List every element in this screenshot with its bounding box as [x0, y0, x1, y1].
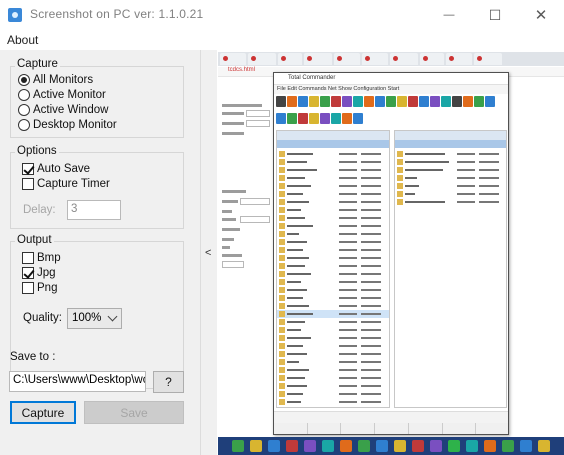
save-path-input[interactable]: C:\Users\www\Desktop\wc — [9, 371, 146, 392]
radio-label: Desktop Monitor — [33, 119, 117, 131]
minimize-button[interactable]: — — [426, 0, 472, 30]
options-legend: Options — [15, 145, 59, 157]
output-legend: Output — [15, 234, 54, 246]
preview-tab — [278, 53, 302, 65]
checkbox-label: Bmp — [37, 252, 61, 264]
checkbox-box — [22, 163, 34, 175]
preview-tab — [220, 53, 246, 65]
maximize-icon: ☐ — [488, 6, 502, 23]
collapse-splitter[interactable]: < — [200, 50, 217, 455]
checkbox-jpg[interactable]: Jpg — [22, 267, 56, 279]
checkbox-bmp[interactable]: Bmp — [22, 252, 61, 264]
settings-panel: Capture All Monitors Active Monitor Acti… — [0, 50, 200, 455]
radio-label: All Monitors — [33, 74, 94, 86]
preview-fm-status — [274, 411, 508, 423]
menu-about[interactable]: About — [7, 33, 38, 47]
save-to-label: Save to : — [10, 351, 56, 363]
menu-bar: About — [0, 30, 564, 50]
preview-fm-titlebar: Total Commander — [274, 73, 508, 85]
checkbox-auto-save[interactable]: Auto Save — [22, 163, 90, 175]
preview-tab — [304, 53, 332, 65]
preview-file-manager: Total Commander File Edit Commands Net S… — [273, 72, 509, 435]
radio-dot — [18, 89, 30, 101]
checkbox-box — [22, 267, 34, 279]
close-button[interactable]: ✕ — [518, 0, 564, 30]
delay-label: Delay: — [23, 204, 56, 216]
preview-tab — [474, 53, 502, 65]
chevron-down-icon — [107, 311, 118, 322]
preview-web-page — [218, 78, 278, 428]
close-icon: ✕ — [534, 7, 548, 24]
preview-fm-left-panel — [276, 130, 390, 408]
checkbox-box — [22, 252, 34, 264]
radio-label: Active Window — [33, 104, 109, 116]
preview-address-text: tcdcs.html — [228, 67, 256, 73]
app-camera-icon — [8, 8, 22, 22]
radio-desktop-monitor[interactable]: Desktop Monitor — [18, 119, 117, 131]
chevron-left-icon: < — [205, 247, 212, 259]
delay-input[interactable]: 3 — [67, 200, 121, 220]
quality-label: Quality: — [23, 312, 62, 324]
title-bar: Screenshot on PC ver: 1.1.0.21 — ☐ ✕ — [0, 0, 564, 30]
preview-tab — [446, 53, 472, 65]
screenshot-preview: tcdcs.html Total Commander File Edit Com… — [218, 50, 564, 455]
preview-fm-toolbar-2 — [276, 113, 363, 126]
radio-active-monitor[interactable]: Active Monitor — [18, 89, 106, 101]
checkbox-box — [22, 178, 34, 190]
save-button[interactable]: Save — [84, 401, 184, 424]
minimize-icon: — — [443, 9, 455, 21]
radio-dot — [18, 104, 30, 116]
quality-value: 100% — [72, 312, 102, 324]
preview-taskbar — [218, 437, 564, 455]
preview-fm-toolbar — [276, 96, 495, 109]
capture-legend: Capture — [15, 58, 60, 70]
quality-select[interactable]: 100% — [67, 308, 122, 329]
checkbox-capture-timer[interactable]: Capture Timer — [22, 178, 110, 190]
preview-fm-function-keys — [274, 423, 508, 434]
preview-fm-right-panel — [394, 130, 507, 408]
capture-button[interactable]: Capture — [10, 401, 76, 424]
radio-dot — [18, 74, 30, 86]
checkbox-label: Png — [37, 282, 58, 294]
radio-active-window[interactable]: Active Window — [18, 104, 108, 116]
preview-browser-tabs — [218, 52, 564, 66]
window-title: Screenshot on PC ver: 1.1.0.21 — [30, 7, 204, 21]
preview-tab — [390, 53, 418, 65]
checkbox-label: Auto Save — [37, 163, 91, 175]
preview-fm-menu-text: File Edit Commands Net Show Configuratio… — [277, 86, 400, 92]
radio-all-monitors[interactable]: All Monitors — [18, 74, 93, 86]
preview-tab — [334, 53, 360, 65]
checkbox-box — [22, 282, 34, 294]
checkbox-png[interactable]: Png — [22, 282, 57, 294]
preview-tab — [362, 53, 388, 65]
maximize-button[interactable]: ☐ — [472, 0, 518, 30]
preview-fm-menu: File Edit Commands Net Show Configuratio… — [274, 85, 508, 94]
radio-label: Active Monitor — [33, 89, 106, 101]
preview-tab — [248, 53, 276, 65]
checkbox-label: Capture Timer — [37, 178, 110, 190]
browse-help-button[interactable]: ? — [153, 371, 184, 393]
checkbox-label: Jpg — [37, 267, 56, 279]
preview-fm-title: Total Commander — [288, 75, 336, 81]
radio-dot — [18, 119, 30, 131]
preview-tab — [420, 53, 444, 65]
